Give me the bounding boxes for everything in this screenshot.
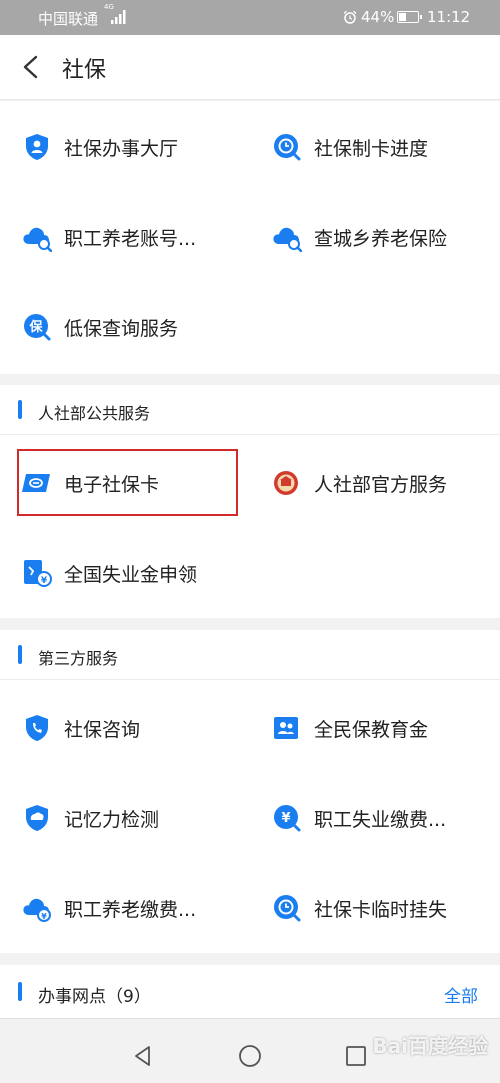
svg-text:¥: ¥ [41,912,47,921]
section-accent-bar [18,982,22,1001]
clock-search-icon [274,134,301,161]
carrier-name: 中国联通 [38,10,99,28]
section-header: 第三方服务 [0,630,500,680]
status-bar: 中国联通 4G 44% 11:12 [0,0,500,35]
clock: 11:12 [427,8,471,26]
cloud-yuan-icon: ¥ [23,898,51,922]
service-item-label: 全国失业金申领 [64,564,198,586]
service-item-education-fund[interactable]: 全民保教育金 [272,698,500,758]
service-item-label: 职工失业缴费... [314,809,447,831]
section-title: 第三方服务 [38,649,119,668]
service-item-label: 查城乡养老保险 [314,228,448,250]
service-item-pension-payment[interactable]: ¥ 职工养老缴费... [22,878,252,938]
section-accent-bar [18,645,22,664]
svg-text:¥: ¥ [281,811,290,826]
service-item-hall[interactable]: 社保办事大厅 [22,117,252,177]
yuan-search-icon: ¥ [274,805,301,832]
home-circle-icon[interactable] [238,1044,262,1068]
phone-shield-icon [26,715,48,741]
service-item-consult[interactable]: 社保咨询 [22,698,252,758]
third-party-services-card: 第三方服务 社保咨询 全民保教育金 记忆力检测 ¥ 职工失业缴费... ¥ 职工… [0,630,500,953]
section-header: 人社部公共服务 [0,385,500,435]
back-arrow-icon[interactable] [16,51,46,83]
page-title: 社保 [62,58,107,83]
page-header: 社保 [0,35,500,100]
section-header: 办事网点（9） [0,965,500,1018]
section-title: 人社部公共服务 [38,404,151,423]
cloud-search-icon [273,227,302,252]
service-item-memory-test[interactable]: 记忆力检测 [22,788,252,848]
bao-search-icon: 保 [24,314,51,341]
unemployment-benefit-icon: ¥ [24,560,52,587]
battery-icon [397,11,422,23]
signal-icon [111,10,126,24]
service-item-label: 记忆力检测 [64,809,160,831]
service-item-card-loss[interactable]: 社保卡临时挂失 [272,878,500,938]
service-item-unemployment-payment[interactable]: ¥ 职工失业缴费... [272,788,500,848]
section-accent-bar [18,400,22,419]
service-item-label: 社保卡临时挂失 [314,899,448,921]
clock-search-icon [274,895,301,922]
service-item-label: 社保咨询 [64,719,141,741]
service-item-label: 低保查询服务 [64,318,179,340]
view-all-link[interactable]: 全部 [444,982,478,1007]
cloud-search-icon [23,227,52,252]
service-item-rural-pension[interactable]: 查城乡养老保险 [272,207,500,267]
service-item-label: 社保办事大厅 [64,138,179,160]
service-item-subsistence[interactable]: 保 低保查询服务 [22,297,252,357]
shield-person-icon [26,134,48,160]
offices-card: 办事网点（9） 全部 [0,965,500,1018]
family-icon [274,717,298,739]
recents-square-icon[interactable] [344,1044,368,1068]
back-triangle-icon[interactable] [131,1044,155,1068]
service-item-label: 人社部官方服务 [314,474,448,496]
social-security-services-card: 社保办事大厅 社保制卡进度 职工养老账号... 查城乡养老保险 保 低保查询服务 [0,101,500,374]
service-item-label: 职工养老缴费... [64,899,197,921]
alarm-icon [343,10,357,24]
service-item-ministry[interactable]: 人社部官方服务 [272,453,500,513]
ministry-emblem-icon [274,471,298,495]
svg-text:¥: ¥ [41,576,48,586]
service-item-card-progress[interactable]: 社保制卡进度 [272,117,500,177]
svg-text:保: 保 [28,319,43,335]
section-title: 办事网点（9） [38,987,151,1007]
service-item-unemployment[interactable]: ¥ 全国失业金申领 [22,543,252,603]
service-item-label: 全民保教育金 [314,719,429,741]
service-item-label: 社保制卡进度 [314,138,429,160]
watermark: Bai百度经验 [372,1034,488,1058]
service-item-label: 职工养老账号... [64,228,197,250]
highlight-box [17,449,238,516]
service-item-pension-account[interactable]: 职工养老账号... [22,207,252,267]
brain-icon [26,805,48,831]
battery-percent: 44% [361,8,395,26]
